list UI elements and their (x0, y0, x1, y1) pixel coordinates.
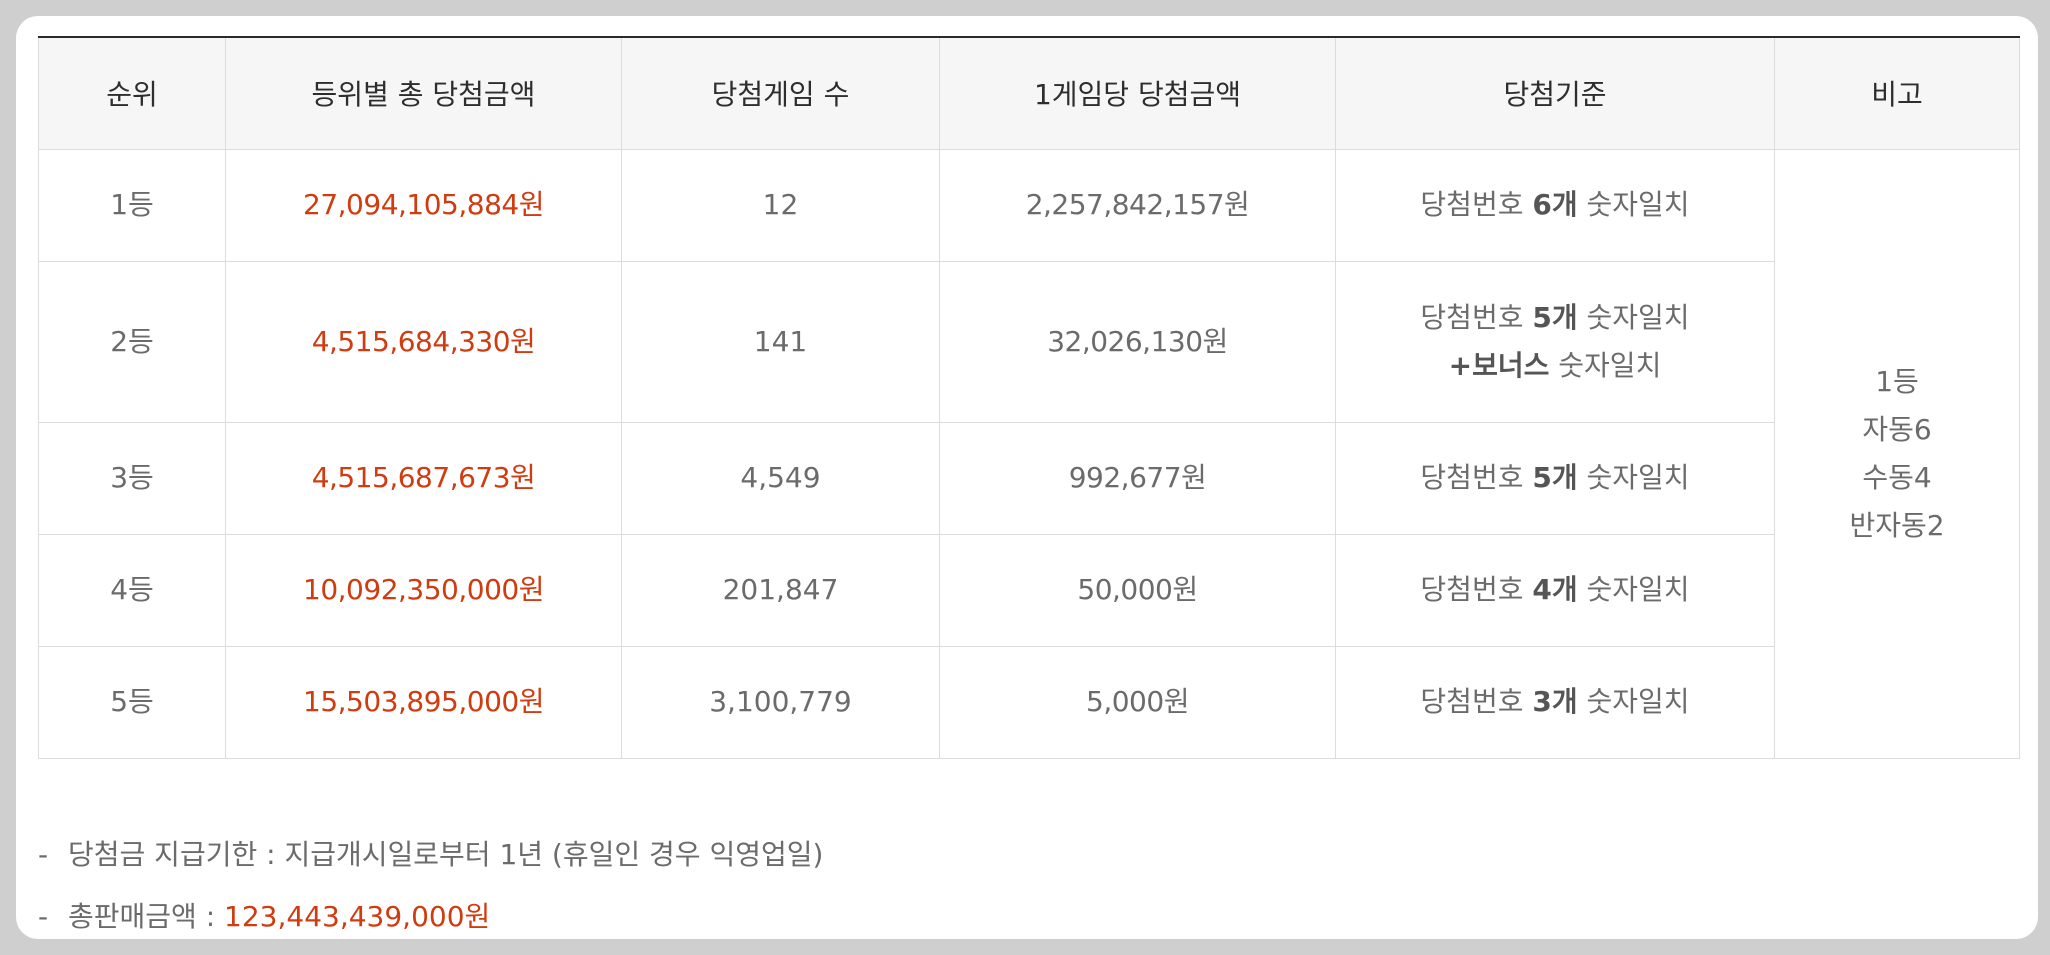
criteria-suffix: 숫자일치 (1577, 300, 1690, 334)
table-row: 1등 27,094,105,884원 12 2,257,842,157원 당첨번… (38, 148, 2020, 759)
total-amount-cell: 27,094,105,884원 (225, 148, 622, 262)
per-game-amount-cell: 992,677원 (939, 421, 1336, 535)
criteria-suffix: 숫자일치 (1577, 188, 1690, 221)
remark-line: 자동6 (1862, 412, 1932, 446)
rank-cell: 1등 (38, 148, 226, 262)
note-dash: - (38, 900, 49, 933)
criteria-prefix: 당첨번호 (1420, 573, 1533, 606)
bonus-suffix: 숫자일치 (1549, 348, 1662, 382)
payout-label: 당첨금 지급기한 : (68, 838, 285, 871)
notes-list: - 당첨금 지급기한 : 지급개시일로부터 1년 (휴일인 경우 익영업일) -총… (38, 824, 823, 939)
per-game-amount-cell: 32,026,130원 (939, 260, 1336, 423)
results-panel: 순위 등위별 총 당첨금액 당첨게임 수 1게임당 당첨금액 당첨기준 비고 1… (16, 16, 2038, 939)
header-per-game-amount: 1게임당 당첨금액 (939, 36, 1336, 150)
table-row: 3등 4,515,687,673원 4,549 992,677원 당첨번호 5개… (38, 421, 2020, 535)
criteria-cell: 당첨번호 5개 숫자일치 +보너스 숫자일치 (1335, 260, 1775, 423)
rank-cell: 5등 (38, 645, 226, 759)
remark-cell: 1등 자동6 수동4 반자동2 (1774, 148, 2020, 759)
criteria-count: 3개 (1532, 685, 1578, 718)
bonus-label: 보너스 (1472, 348, 1550, 382)
criteria-prefix: 당첨번호 (1420, 461, 1533, 494)
header-winning-games: 당첨게임 수 (621, 36, 940, 150)
winning-games-cell: 4,549 (621, 421, 940, 535)
criteria-suffix: 숫자일치 (1577, 461, 1690, 494)
criteria-count: 5개 (1532, 461, 1578, 494)
criteria-bonus-line: +보너스 숫자일치 (1356, 342, 1754, 390)
remark-line: 반자동2 (1849, 508, 1945, 542)
rank-cell: 4등 (38, 533, 226, 647)
criteria-suffix: 숫자일치 (1577, 685, 1690, 718)
remark-line: 수동4 (1862, 460, 1932, 494)
criteria-cell: 당첨번호 5개 숫자일치 (1335, 421, 1775, 535)
payout-deadline-note: - 당첨금 지급기한 : 지급개시일로부터 1년 (휴일인 경우 익영업일) (38, 824, 823, 886)
bonus-plus: + (1448, 348, 1473, 382)
header-remark: 비고 (1774, 36, 2020, 150)
winning-games-cell: 12 (621, 148, 940, 262)
table-row: 5등 15,503,895,000원 3,100,779 5,000원 당첨번호… (38, 645, 2020, 759)
criteria-cell: 당첨번호 4개 숫자일치 (1335, 533, 1775, 647)
rank-cell: 2등 (38, 260, 226, 423)
total-amount-cell: 10,092,350,000원 (225, 533, 622, 647)
table-row: 4등 10,092,350,000원 201,847 50,000원 당첨번호 … (38, 533, 2020, 647)
criteria-count: 6개 (1532, 188, 1578, 221)
total-amount-cell: 4,515,684,330원 (225, 260, 622, 423)
winning-games-cell: 201,847 (621, 533, 940, 647)
per-game-amount-cell: 5,000원 (939, 645, 1336, 759)
per-game-amount-cell: 50,000원 (939, 533, 1336, 647)
table-header-row: 순위 등위별 총 당첨금액 당첨게임 수 1게임당 당첨금액 당첨기준 비고 (38, 36, 2020, 150)
note-dash: - (38, 838, 49, 871)
criteria-line: 당첨번호 5개 숫자일치 (1356, 294, 1754, 342)
sales-label: 총판매금액 : (68, 900, 225, 933)
payout-value: 지급개시일로부터 1년 (휴일인 경우 익영업일) (284, 838, 824, 871)
criteria-cell: 당첨번호 3개 숫자일치 (1335, 645, 1775, 759)
sales-value: 123,443,439,000원 (224, 900, 491, 933)
criteria-suffix: 숫자일치 (1577, 573, 1690, 606)
rank-cell: 3등 (38, 421, 226, 535)
criteria-prefix: 당첨번호 (1420, 188, 1533, 221)
total-amount-cell: 4,515,687,673원 (225, 421, 622, 535)
winning-games-cell: 3,100,779 (621, 645, 940, 759)
header-rank: 순위 (38, 36, 226, 150)
total-sales-note: - 총판매금액 : 123,443,439,000원 (38, 886, 823, 939)
table-row: 2등 4,515,684,330원 141 32,026,130원 당첨번호 5… (38, 260, 2020, 423)
criteria-cell: 당첨번호 6개 숫자일치 (1335, 148, 1775, 262)
header-total-amount: 등위별 총 당첨금액 (225, 36, 622, 150)
per-game-amount-cell: 2,257,842,157원 (939, 148, 1336, 262)
prize-table: 순위 등위별 총 당첨금액 당첨게임 수 1게임당 당첨금액 당첨기준 비고 1… (38, 36, 2020, 759)
criteria-prefix: 당첨번호 (1420, 685, 1533, 718)
criteria-count: 4개 (1532, 573, 1578, 606)
remark-line: 1등 (1875, 364, 1919, 398)
winning-games-cell: 141 (621, 260, 940, 423)
criteria-count: 5개 (1532, 300, 1578, 334)
criteria-prefix: 당첨번호 (1420, 300, 1533, 334)
header-criteria: 당첨기준 (1335, 36, 1775, 150)
total-amount-cell: 15,503,895,000원 (225, 645, 622, 759)
